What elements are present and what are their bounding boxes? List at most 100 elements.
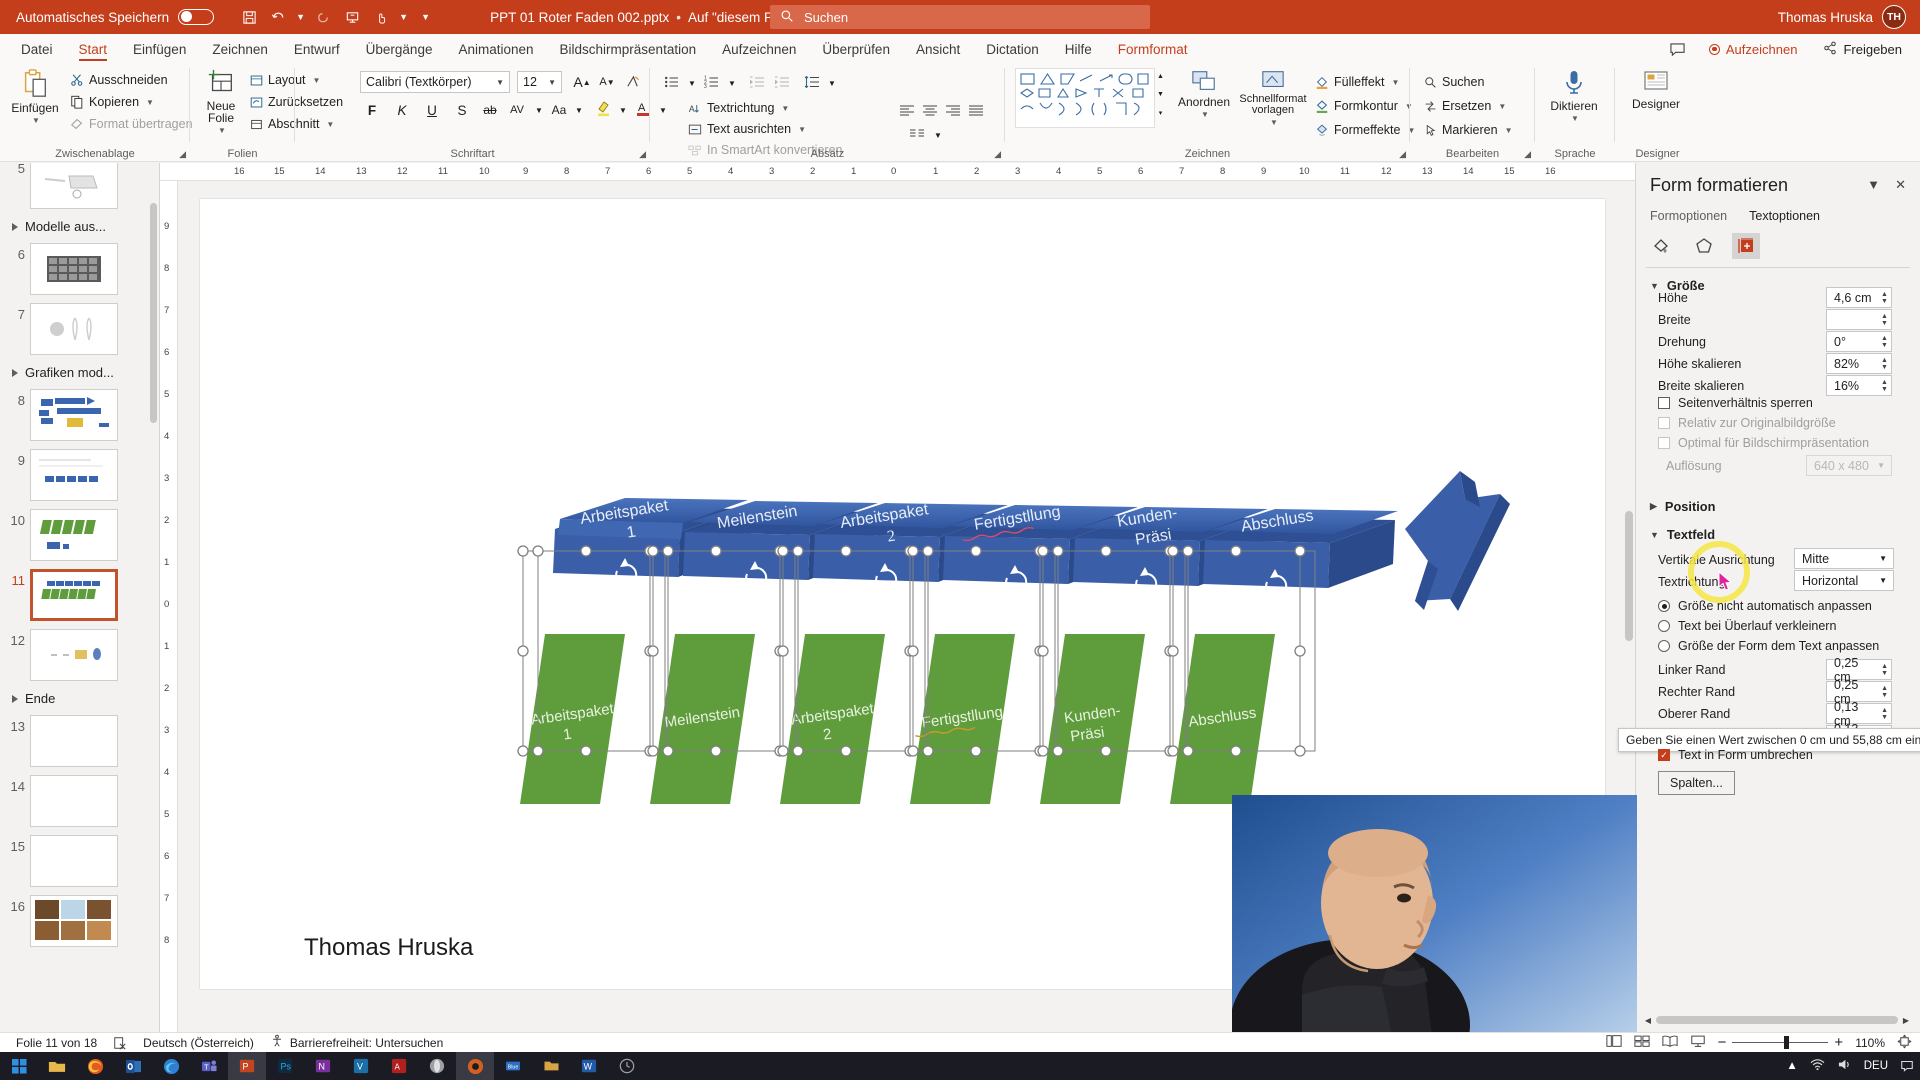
thumbnail-preview[interactable] — [30, 775, 118, 827]
width-stepper[interactable]: ▲ ▼ — [1878, 310, 1891, 329]
thumbnail-item[interactable]: 10 — [0, 505, 159, 565]
accessibility-status[interactable]: Barrierefreiheit: Untersuchen — [270, 1034, 443, 1051]
thumbnail-item[interactable]: 12 — [0, 625, 159, 685]
photoshop-icon[interactable]: Ps — [266, 1052, 304, 1080]
tab-hilfe[interactable]: Hilfe — [1052, 40, 1105, 62]
numbering-caret-icon[interactable]: ▼ — [720, 71, 744, 95]
tab-datei[interactable]: Datei — [8, 40, 66, 62]
editing-dialog-launcher[interactable]: ◢ — [1524, 149, 1531, 160]
more-qat-icon[interactable]: ▼ — [419, 5, 432, 29]
thumbnail-item[interactable]: 13 — [0, 711, 159, 771]
vegas-icon[interactable]: V — [342, 1052, 380, 1080]
quick-styles-caret-icon[interactable]: ▼ — [1270, 118, 1278, 127]
chevron-down-icon[interactable]: ▼ — [1650, 281, 1659, 291]
autosave-control[interactable]: Automatisches Speichern — [16, 9, 215, 25]
scale-width-input[interactable]: 16% ▲ ▼ — [1826, 375, 1892, 396]
notifications-icon[interactable] — [1900, 1058, 1914, 1075]
shrink-text-radio[interactable] — [1658, 620, 1670, 632]
language-indicator[interactable]: DEU — [1864, 1060, 1888, 1072]
share-button[interactable]: Freigeben — [1815, 39, 1910, 60]
language-status[interactable]: Deutsch (Österreich) — [143, 1036, 254, 1050]
shape-fill-button[interactable]: Fülleffekt ▼ — [1315, 72, 1399, 92]
fit-slide-icon[interactable] — [1897, 1033, 1912, 1052]
scale-height-input[interactable]: 82% ▲ ▼ — [1826, 353, 1892, 374]
justify-button[interactable] — [964, 98, 988, 122]
copy-button[interactable]: Kopieren ▼ — [70, 92, 154, 112]
slideshow-icon[interactable] — [1690, 1034, 1706, 1051]
firefox-icon[interactable] — [76, 1052, 114, 1080]
edge-icon[interactable] — [152, 1052, 190, 1080]
shapes-more-icon[interactable]: ▾ — [1155, 104, 1166, 121]
arrange-caret-icon[interactable]: ▼ — [1201, 110, 1209, 119]
new-slide-caret-icon[interactable]: ▼ — [218, 126, 226, 135]
textbox-layout-icon[interactable] — [1732, 233, 1760, 259]
font-size-caret-icon[interactable]: ▼ — [548, 78, 556, 87]
decrease-indent-button[interactable] — [745, 70, 769, 94]
touch-mode-icon[interactable] — [368, 5, 394, 29]
resize-shape-radio[interactable] — [1658, 640, 1670, 652]
thumbnail-item[interactable]: 9 — [0, 445, 159, 505]
scroll-left-icon[interactable]: ◀ — [1642, 1016, 1654, 1025]
tab-ueberpruefen[interactable]: Überprüfen — [809, 40, 903, 62]
increase-indent-button[interactable] — [770, 70, 794, 94]
character-spacing-button[interactable]: AV — [505, 98, 529, 122]
shrink-font-button[interactable]: A ▼ — [595, 70, 619, 94]
user-account[interactable]: Thomas Hruska TH — [1778, 0, 1906, 34]
thumbnail-preview[interactable] — [30, 243, 118, 295]
thumbnail-item[interactable]: 16 — [0, 891, 159, 951]
align-right-button[interactable] — [941, 98, 965, 122]
thumbnail-item[interactable]: 14 — [0, 771, 159, 831]
effects-pentagon-icon[interactable] — [1690, 233, 1718, 259]
folder-app-icon[interactable] — [532, 1052, 570, 1080]
thumbnail-preview[interactable] — [30, 895, 118, 947]
section-expand-icon[interactable] — [12, 368, 18, 377]
designer-button[interactable]: Designer — [1629, 68, 1683, 110]
position-section-header[interactable]: ▶ Position — [1650, 499, 1715, 514]
author-textbox[interactable]: Thomas Hruska — [304, 934, 473, 962]
acrobat-icon[interactable]: A — [380, 1052, 418, 1080]
tab-bildschirmpraesentation[interactable]: Bildschirmpräsentation — [547, 40, 710, 62]
format-painter-button[interactable]: Format übertragen — [70, 114, 193, 134]
top-margin-stepper[interactable]: ▲ ▼ — [1878, 704, 1891, 723]
find-button[interactable]: Suchen — [1424, 72, 1484, 92]
replace-button[interactable]: Ersetzen ▼ — [1424, 96, 1506, 116]
align-center-button[interactable] — [918, 98, 942, 122]
chevron-down-icon[interactable]: ▼ — [1650, 530, 1659, 540]
volume-icon[interactable] — [1837, 1058, 1852, 1074]
chevron-down-icon[interactable]: ▼ — [1867, 177, 1880, 192]
font-name-caret-icon[interactable]: ▼ — [496, 78, 504, 87]
bold-button[interactable]: F — [360, 98, 384, 122]
zoom-in-button[interactable]: + — [1834, 1034, 1843, 1051]
tab-textoptionen[interactable]: Textoptionen — [1749, 209, 1820, 223]
underline-button[interactable]: U — [420, 98, 444, 122]
thumbnail-preview[interactable] — [30, 629, 118, 681]
section-header[interactable]: Grafiken mod... — [0, 359, 159, 385]
touch-caret-icon[interactable]: ▼ — [397, 5, 410, 29]
right-margin-stepper[interactable]: ▲ ▼ — [1878, 682, 1891, 701]
start-icon[interactable] — [0, 1052, 38, 1080]
word-icon[interactable]: W — [570, 1052, 608, 1080]
scale-height-stepper[interactable]: ▲ ▼ — [1878, 354, 1891, 373]
tab-entwurf[interactable]: Entwurf — [281, 40, 353, 62]
search-box[interactable]: Suchen — [770, 5, 1150, 29]
camtasia-icon[interactable] — [456, 1052, 494, 1080]
show-hidden-icons[interactable]: ▲ — [1786, 1060, 1797, 1072]
paragraph-dialog-launcher[interactable]: ◢ — [994, 149, 1001, 160]
strikethrough-button[interactable]: ab — [478, 98, 502, 122]
opera-icon[interactable] — [418, 1052, 456, 1080]
columns-dialog-button[interactable]: Spalten... — [1658, 771, 1735, 795]
thumbnail-preview[interactable] — [30, 835, 118, 887]
columns-caret-icon[interactable]: ▼ — [926, 123, 950, 147]
section-header[interactable]: Ende — [0, 685, 159, 711]
thumbnail-item[interactable]: 6 — [0, 239, 159, 299]
close-icon[interactable]: ✕ — [1895, 177, 1906, 193]
vertical-align-select[interactable]: Mitte ▼ — [1794, 548, 1894, 569]
no-autofit-radio[interactable] — [1658, 600, 1670, 612]
zoom-out-button[interactable]: − — [1718, 1034, 1727, 1051]
wrap-text-checkbox[interactable]: ✓ — [1658, 749, 1670, 761]
drawing-dialog-launcher[interactable]: ◢ — [1399, 149, 1406, 160]
undo-caret-icon[interactable]: ▼ — [294, 5, 307, 29]
rotation-stepper[interactable]: ▲ ▼ — [1878, 332, 1891, 351]
grow-font-button[interactable]: A ▲ — [570, 70, 594, 94]
present-icon[interactable] — [339, 5, 365, 29]
